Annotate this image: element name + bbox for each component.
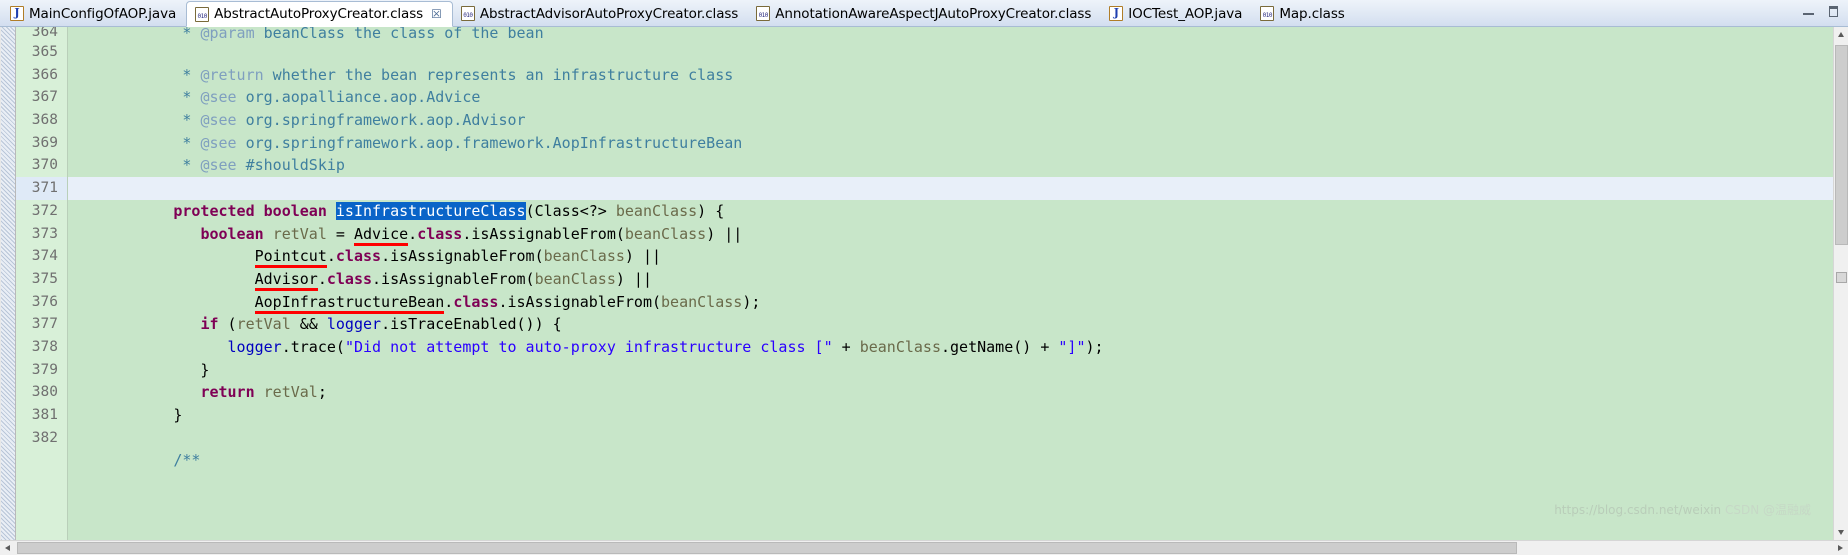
- editor-marker-bar[interactable]: [0, 27, 16, 540]
- tab-annotationawareaspectjautoproxycreator-class[interactable]: AnnotationAwareAspectJAutoProxyCreator.c…: [748, 1, 1101, 26]
- horizontal-scroll-thumb[interactable]: [17, 542, 1517, 554]
- editor-tab-bar: MainConfigOfAOP.java AbstractAutoProxyCr…: [0, 0, 1848, 27]
- line-number: 372: [16, 199, 67, 223]
- class-file-icon: [460, 6, 475, 21]
- line-number-gutter: 364 365 366 367 368 369 370 371 372 373 …: [16, 27, 68, 540]
- line-number: 375: [16, 267, 67, 291]
- watermark-url: https://blog.csdn.net/weixin: [1554, 503, 1722, 517]
- line-number: 374: [16, 245, 67, 268]
- line-number: 377: [16, 313, 67, 336]
- class-file-icon: [195, 6, 210, 22]
- code-line-364[interactable]: * @param beanClass the class of the bean: [68, 27, 1833, 41]
- tab-label: AnnotationAwareAspectJAutoProxyCreator.c…: [775, 5, 1092, 22]
- code-line-372[interactable]: boolean retVal = Advice.class.isAssignab…: [68, 200, 1833, 246]
- code-line-365[interactable]: * @return whether the bean represents an…: [68, 41, 1833, 84]
- code-text-area[interactable]: * @param beanClass the class of the bean…: [68, 27, 1833, 540]
- line-number: 373: [16, 222, 67, 246]
- code-line-373[interactable]: Pointcut.class.isAssignableFrom(beanClas…: [68, 223, 1833, 269]
- code-line-369[interactable]: * @see #shouldSkip: [68, 132, 1833, 174]
- window-controls: [1802, 5, 1840, 18]
- class-file-icon: [756, 6, 771, 21]
- line-number: 367: [16, 86, 67, 110]
- line-number: 382: [16, 426, 67, 450]
- code-line-368[interactable]: * @see org.springframework.aop.framework…: [68, 109, 1833, 152]
- code-editor[interactable]: 364 365 366 367 368 369 370 371 372 373 …: [0, 27, 1848, 540]
- code-line-366[interactable]: * @see org.aopalliance.aop.Advice: [68, 64, 1833, 106]
- line-number: 368: [16, 109, 67, 132]
- line-number: 366: [16, 63, 67, 87]
- watermark: https://blog.csdn.net/weixin CSDN @温融威: [1554, 501, 1811, 518]
- eclipse-editor-window: MainConfigOfAOP.java AbstractAutoProxyCr…: [0, 0, 1848, 555]
- tab-ioctest-aop-java[interactable]: IOCTest_AOP.java: [1101, 1, 1252, 26]
- tab-map-class[interactable]: Map.class: [1252, 1, 1354, 26]
- line-number: 381: [16, 404, 67, 427]
- java-file-icon: [1109, 6, 1124, 21]
- code-line-378[interactable]: }: [68, 336, 1833, 379]
- minimize-icon[interactable]: [1802, 5, 1815, 18]
- tab-label: Map.class: [1279, 5, 1345, 22]
- line-number: 364: [16, 27, 67, 41]
- line-number: 365: [16, 41, 67, 64]
- vertical-scrollbar[interactable]: [1833, 27, 1848, 540]
- code-line-382[interactable]: /**: [68, 427, 1833, 469]
- scroll-up-icon[interactable]: [1833, 27, 1848, 42]
- code-line-380[interactable]: }: [68, 381, 1833, 424]
- line-number: 378: [16, 335, 67, 359]
- scroll-down-icon[interactable]: [1833, 525, 1848, 540]
- line-number: 376: [16, 290, 67, 314]
- watermark-brand: CSDN @温融威: [1724, 503, 1811, 517]
- scroll-left-icon[interactable]: [0, 541, 15, 555]
- tab-abstractautoproxycreator-class[interactable]: AbstractAutoProxyCreator.class ☒: [186, 1, 453, 27]
- scroll-grip-icon[interactable]: [1836, 272, 1847, 283]
- line-number: 370: [16, 154, 67, 178]
- line-number-current: 371: [16, 177, 67, 200]
- line-number: 369: [16, 131, 67, 155]
- tab-label: AbstractAutoProxyCreator.class: [214, 6, 424, 22]
- line-number: 379: [16, 358, 67, 382]
- code-line-370[interactable]: */: [68, 154, 1833, 197]
- code-line-375[interactable]: AopInfrastructureBean.class.isAssignable…: [68, 268, 1833, 314]
- tab-label: AbstractAdvisorAutoProxyCreator.class: [479, 5, 739, 22]
- tab-abstractadvisorautoproxycreator-class[interactable]: AbstractAdvisorAutoProxyCreator.class: [453, 1, 748, 26]
- code-line-376[interactable]: if (retVal && logger.isTraceEnabled()) {: [68, 291, 1833, 333]
- horizontal-scrollbar[interactable]: [0, 540, 1848, 555]
- scroll-right-icon[interactable]: [1833, 541, 1848, 555]
- tab-mainconfigofaop-java[interactable]: MainConfigOfAOP.java: [2, 1, 186, 26]
- code-line-374[interactable]: Advisor.class.isAssignableFrom(beanClass…: [68, 245, 1833, 291]
- code-line-381[interactable]: [68, 404, 1833, 427]
- tab-label: IOCTest_AOP.java: [1128, 5, 1243, 22]
- vertical-scroll-thumb[interactable]: [1835, 45, 1848, 245]
- java-file-icon: [10, 6, 24, 21]
- close-icon[interactable]: ☒: [431, 7, 442, 21]
- code-line-377[interactable]: logger.trace("Did not attempt to auto-pr…: [68, 313, 1833, 356]
- tab-label: MainConfigOfAOP.java: [29, 5, 177, 22]
- code-line-371[interactable]: protected boolean isInfrastructureClass(…: [68, 177, 1833, 220]
- line-number: 380: [16, 381, 67, 404]
- changed-lines-marker: [1, 27, 15, 540]
- maximize-icon[interactable]: [1827, 5, 1840, 18]
- code-line-379[interactable]: return retVal;: [68, 359, 1833, 401]
- code-line-367[interactable]: * @see org.springframework.aop.Advisor: [68, 86, 1833, 129]
- class-file-icon: [1260, 6, 1275, 21]
